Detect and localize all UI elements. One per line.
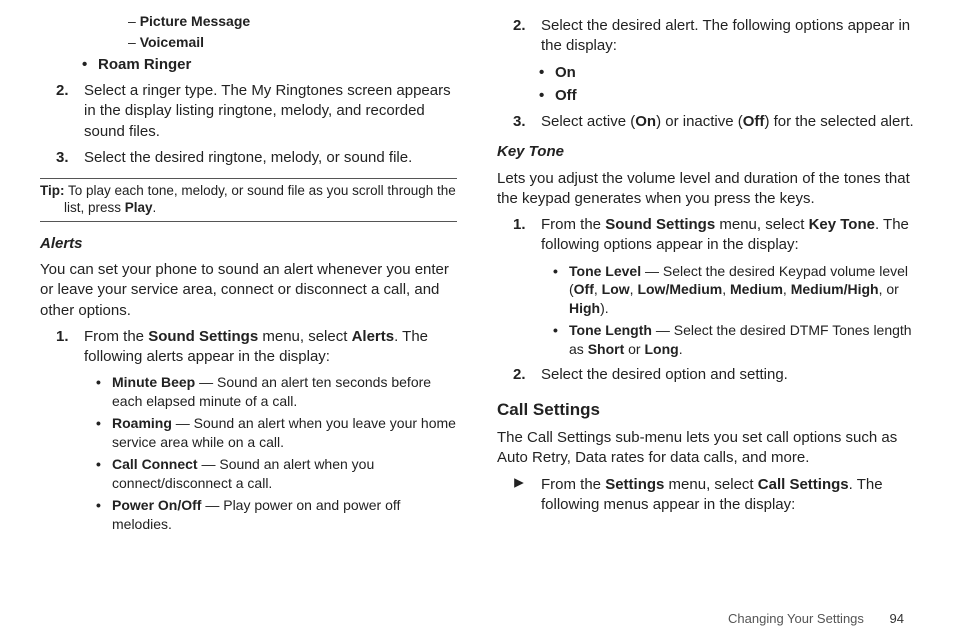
dash-item: Picture Message [128,12,457,31]
keytone-bullet-length: • Tone Length — Select the desired DTMF … [553,321,914,359]
tip-label: Tip: [40,183,65,198]
bullet-name: Roaming [112,415,172,431]
bullet-icon: • [96,414,112,452]
bullet-name: Tone Length [569,322,652,338]
bullet-icon: • [553,262,569,319]
arrow-icon [513,475,541,516]
alert-bullet: • Power On/Off — Play power on and power… [96,496,457,534]
step-text: From the Sound Settings menu, select Ale… [84,327,457,368]
option-off: • Off [539,86,914,106]
alerts-step-1: 1. From the Sound Settings menu, select … [56,327,457,368]
alerts-heading: Alerts [40,234,457,254]
step-text: Select the desired option and setting. [541,365,914,385]
bullet-icon: • [96,373,112,411]
page-footer: Changing Your Settings 94 [40,611,914,626]
step-2: 2. Select the desired alert. The followi… [513,16,914,57]
option-on: • On [539,63,914,83]
step-2: 2. Select a ringer type. The My Ringtone… [56,81,457,142]
bullet-roam-ringer: • Roam Ringer [82,55,457,75]
keytone-heading: Key Tone [497,142,914,162]
call-settings-arrow-step: From the Settings menu, select Call Sett… [513,475,914,516]
bullet-icon: • [82,55,98,75]
bullet-icon: • [539,63,555,83]
bullet-name: Power On/Off [112,497,201,513]
step-text: Select the desired alert. The following … [541,16,914,57]
option-label: On [555,64,576,81]
step-number: 2. [513,16,541,57]
tip-box: Tip: To play each tone, melody, or sound… [40,178,457,222]
step-number: 2. [56,81,84,142]
call-settings-paragraph: The Call Settings sub-menu lets you set … [497,428,914,469]
alert-bullet: • Call Connect — Sound an alert when you… [96,455,457,493]
option-label: Off [555,87,577,104]
page: Picture Message Voicemail • Roam Ringer … [0,0,954,636]
call-settings-heading: Call Settings [497,399,914,422]
left-column: Picture Message Voicemail • Roam Ringer … [40,10,457,611]
step-number: 3. [513,112,541,132]
step-3: 3. Select active (On) or inactive (Off) … [513,112,914,132]
step-text: From the Sound Settings menu, select Key… [541,215,914,256]
bullet-name: Minute Beep [112,374,195,390]
step-number: 1. [513,215,541,256]
bullet-name: Tone Level [569,263,641,279]
step-text: Select the desired ringtone, melody, or … [84,148,457,168]
step-number: 1. [56,327,84,368]
columns: Picture Message Voicemail • Roam Ringer … [40,10,914,611]
step-text: Select active (On) or inactive (Off) for… [541,112,914,132]
keytone-step-2: 2. Select the desired option and setting… [513,365,914,385]
step-number: 3. [56,148,84,168]
step-text: From the Settings menu, select Call Sett… [541,475,914,516]
right-column: 2. Select the desired alert. The followi… [497,10,914,611]
keytone-paragraph: Lets you adjust the volume level and dur… [497,169,914,210]
step-text: Select a ringer type. The My Ringtones s… [84,81,457,142]
bullet-icon: • [539,86,555,106]
footer-section: Changing Your Settings [728,611,864,626]
alert-bullet: • Minute Beep — Sound an alert ten secon… [96,373,457,411]
tip-text-post: . [153,200,157,215]
bullet-name: Call Connect [112,456,198,472]
bullet-icon: • [96,455,112,493]
tip-text: To play each tone, melody, or sound file… [64,183,456,215]
bullet-icon: • [96,496,112,534]
alerts-paragraph: You can set your phone to sound an alert… [40,260,457,321]
keytone-step-1: 1. From the Sound Settings menu, select … [513,215,914,256]
tip-play: Play [125,200,153,215]
bullet-label: Roam Ringer [98,56,191,73]
dash-item: Voicemail [128,33,457,52]
step-3: 3. Select the desired ringtone, melody, … [56,148,457,168]
alert-bullet: • Roaming — Sound an alert when you leav… [96,414,457,452]
keytone-bullet-level: • Tone Level — Select the desired Keypad… [553,262,914,319]
page-number: 94 [890,611,904,626]
bullet-icon: • [553,321,569,359]
step-number: 2. [513,365,541,385]
